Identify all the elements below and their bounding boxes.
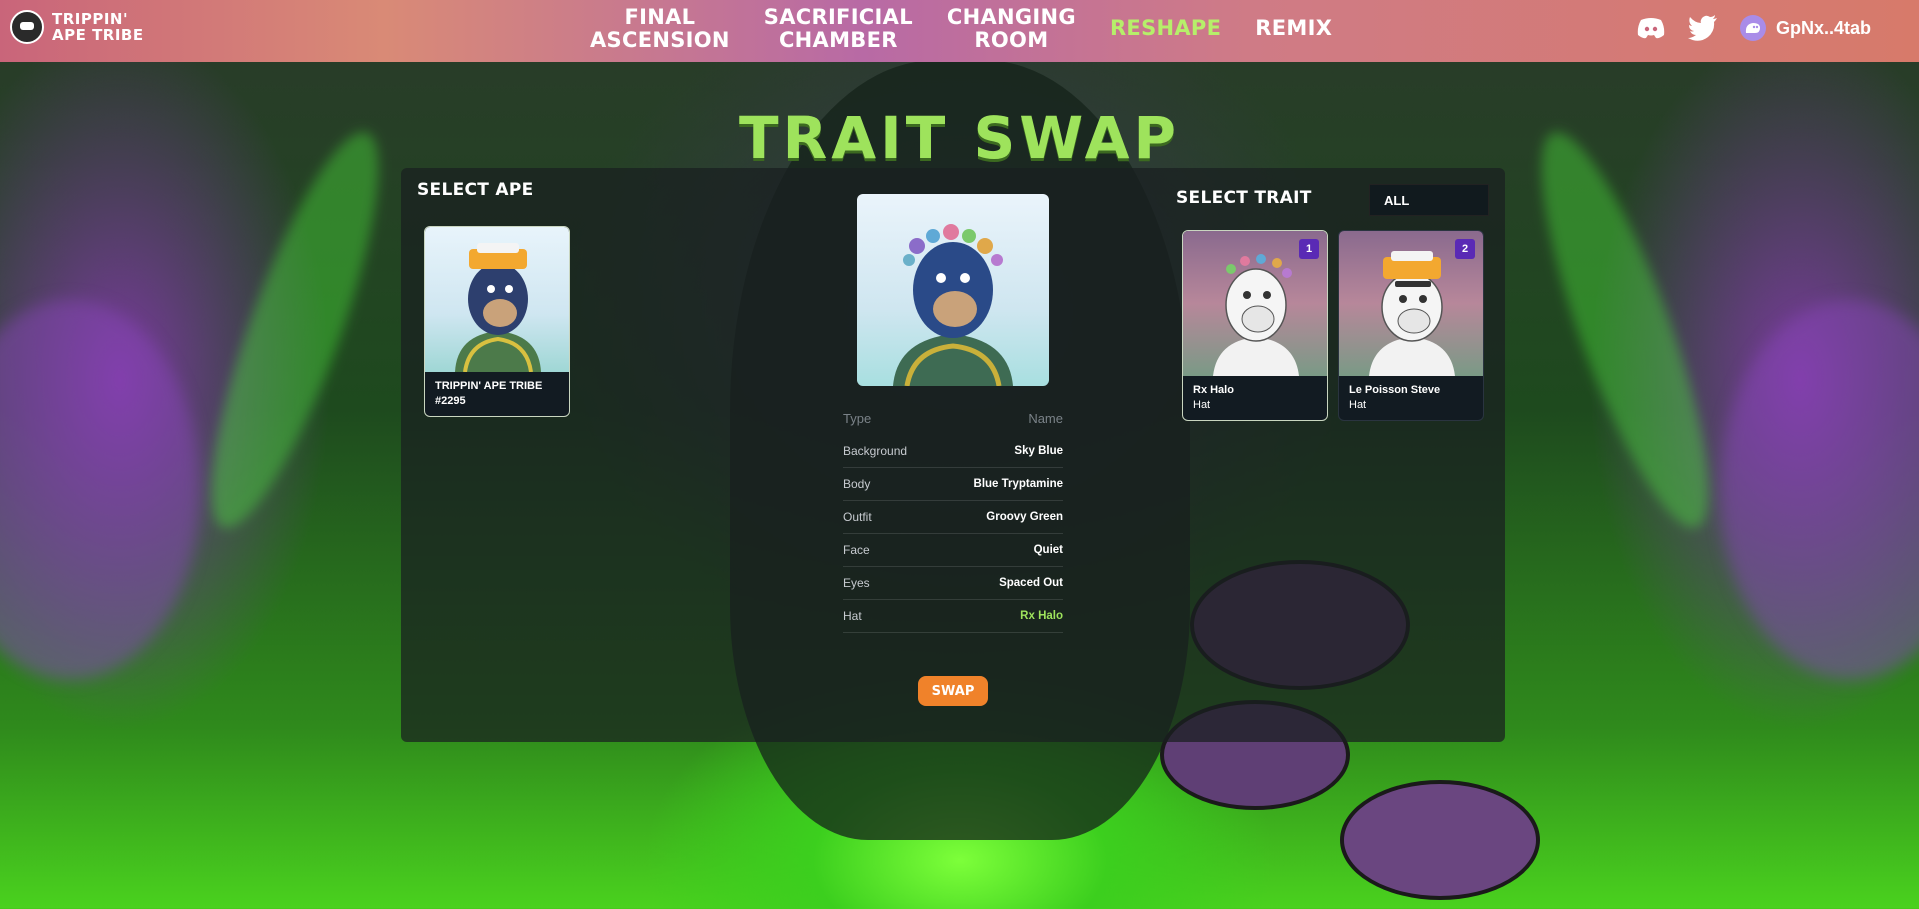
twitter-icon[interactable] — [1687, 14, 1718, 42]
background-tentacles-left — [0, 300, 200, 680]
nav-final-ascension[interactable]: FINAL ASCENSION — [590, 6, 730, 52]
phantom-wallet-icon — [1739, 15, 1766, 41]
ape-skull-logo-icon — [10, 10, 44, 44]
type-column-header: Type — [843, 411, 872, 426]
trait-thumbnail: 2 — [1339, 231, 1483, 376]
trait-card-caption: Le Poisson Steve Hat — [1339, 376, 1483, 420]
background-slime-left — [180, 117, 410, 543]
trait-category: Hat — [1193, 399, 1211, 411]
trait-count-badge: 1 — [1299, 239, 1319, 259]
ape-card[interactable]: TRIPPIN' APE TRIBE #2295 — [424, 226, 570, 417]
select-trait-section: SELECT TRAIT ALL 1 Rx Halo Hat 2 Le Pois… — [1170, 168, 1505, 742]
name-column-header: Name — [1028, 411, 1063, 426]
trait-count-badge: 2 — [1455, 239, 1475, 259]
wallet-address: GpNx..4tab — [1775, 17, 1871, 38]
top-navbar: TRIPPIN' APE TRIBE FINAL ASCENSION SACRI… — [0, 0, 1919, 62]
select-ape-heading: SELECT APE — [417, 180, 534, 200]
brand-logo[interactable]: TRIPPIN' APE TRIBE — [10, 10, 152, 44]
trait-name: Le Poisson Steve — [1349, 384, 1441, 396]
trait-filter-dropdown[interactable]: ALL — [1369, 184, 1489, 216]
trait-card-caption: Rx Halo Hat — [1183, 376, 1327, 420]
wallet-button[interactable]: GpNx..4tab — [1739, 15, 1871, 41]
trait-row: Face Quiet — [843, 534, 1063, 567]
nav-sacrificial-chamber[interactable]: SACRIFICIAL CHAMBER — [764, 6, 913, 52]
header-actions: GpNx..4tab — [1636, 14, 1871, 42]
trait-swap-panel: SELECT APE TRIPPIN' APE TRIBE #2295 Type… — [401, 168, 1505, 742]
background-mushroom — [1340, 780, 1540, 900]
background-tentacles-right — [1720, 300, 1919, 680]
main-nav: FINAL ASCENSION SACRIFICIAL CHAMBER CHAN… — [590, 6, 1332, 52]
trait-row-hat: Hat Rx Halo — [843, 600, 1063, 633]
nav-remix[interactable]: ReMIX — [1255, 6, 1332, 52]
trait-name: Rx Halo — [1193, 384, 1234, 396]
background-slime-right — [1510, 117, 1740, 543]
select-ape-section: SELECT APE TRIPPIN' APE TRIBE #2295 — [401, 168, 731, 742]
brand-name: TRIPPIN' APE TRIBE — [52, 10, 144, 44]
nav-changing-room[interactable]: CHANGING ROOM — [947, 6, 1076, 52]
trait-card[interactable]: 1 Rx Halo Hat — [1182, 230, 1328, 421]
ape-collection-name: TRIPPIN' APE TRIBE — [435, 380, 543, 392]
ape-thumbnail — [425, 227, 569, 373]
trait-thumbnail: 1 — [1183, 231, 1327, 376]
trait-row: Eyes Spaced Out — [843, 567, 1063, 600]
trait-category: Hat — [1349, 399, 1367, 411]
page-title: TRAIT SWAP — [739, 104, 1180, 172]
ape-card-caption: TRIPPIN' APE TRIBE #2295 — [425, 372, 569, 416]
ape-number: #2295 — [435, 395, 466, 407]
discord-icon[interactable] — [1636, 14, 1666, 42]
trait-row: Background Sky Blue — [843, 435, 1063, 468]
trait-table-header: Type Name — [843, 402, 1063, 435]
trait-card[interactable]: 2 Le Poisson Steve Hat — [1338, 230, 1484, 421]
trait-table: Type Name Background Sky Blue Body Blue … — [843, 402, 1063, 633]
trait-row: Outfit Groovy Green — [843, 501, 1063, 534]
ape-preview-image — [857, 194, 1049, 386]
trait-row: Body Blue Tryptamine — [843, 468, 1063, 501]
select-trait-heading: SELECT TRAIT — [1176, 188, 1312, 208]
swap-button[interactable]: SWAP — [918, 676, 988, 706]
nav-reshape[interactable]: ReSHAPE — [1110, 6, 1221, 52]
